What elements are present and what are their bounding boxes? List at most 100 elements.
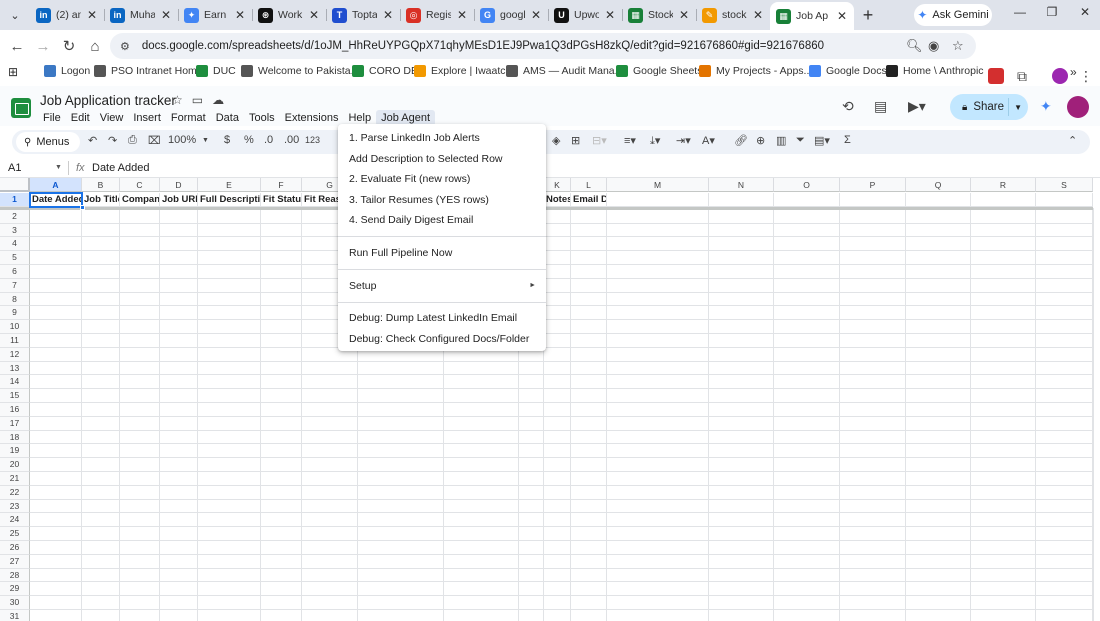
table-cell[interactable]: [1036, 361, 1093, 376]
header-cell[interactable]: Email Date: [571, 193, 607, 207]
table-cell[interactable]: [160, 554, 198, 569]
table-cell[interactable]: [160, 513, 198, 528]
column-header[interactable]: R: [971, 178, 1036, 192]
table-cell[interactable]: [120, 278, 160, 293]
table-cell[interactable]: [607, 444, 709, 459]
move-folder-icon[interactable]: ▭: [192, 93, 203, 107]
new-tab-button[interactable]: +: [854, 5, 882, 26]
decrease-decimal-button[interactable]: .0: [264, 134, 273, 146]
table-cell[interactable]: [709, 458, 774, 472]
table-cell[interactable]: [1036, 416, 1093, 431]
table-cell[interactable]: [971, 306, 1036, 321]
table-cell[interactable]: [261, 554, 302, 569]
table-cell[interactable]: [160, 568, 198, 583]
table-cell[interactable]: [519, 472, 544, 486]
table-cell[interactable]: [571, 292, 607, 307]
table-cell[interactable]: [160, 347, 198, 362]
table-cell[interactable]: [840, 485, 906, 500]
table-cell[interactable]: [444, 596, 519, 610]
table-cell[interactable]: [261, 513, 302, 528]
row-header[interactable]: 9: [0, 306, 30, 321]
address-bar[interactable]: ⚙ docs.google.com/spreadsheets/d/1oJM_Hh…: [110, 33, 976, 59]
table-cell[interactable]: [709, 541, 774, 555]
table-cell[interactable]: [160, 251, 198, 265]
table-cell[interactable]: [971, 403, 1036, 417]
table-cell[interactable]: [1036, 389, 1093, 403]
table-cell[interactable]: [971, 499, 1036, 514]
table-cell[interactable]: [519, 499, 544, 514]
bookmark-item[interactable]: Google Docs: [809, 65, 887, 77]
table-cell[interactable]: [358, 554, 444, 569]
table-cell[interactable]: [444, 389, 519, 403]
table-cell[interactable]: [544, 320, 571, 334]
table-cell[interactable]: [544, 375, 571, 390]
table-cell[interactable]: [261, 265, 302, 279]
table-cell[interactable]: [774, 430, 840, 445]
table-cell[interactable]: [30, 458, 82, 472]
table-cell[interactable]: [444, 499, 519, 514]
tab-search-icon[interactable]: ⌄: [0, 0, 30, 30]
minimize-icon[interactable]: —: [1010, 5, 1030, 19]
table-cell[interactable]: [544, 389, 571, 403]
table-cell[interactable]: [709, 389, 774, 403]
table-cell[interactable]: [160, 292, 198, 307]
table-cell[interactable]: [358, 403, 444, 417]
table-cell[interactable]: [709, 416, 774, 431]
table-cell[interactable]: [160, 541, 198, 555]
table-cell[interactable]: [774, 375, 840, 390]
menu-format[interactable]: Format: [166, 110, 211, 126]
table-cell[interactable]: [571, 430, 607, 445]
table-cell[interactable]: [571, 223, 607, 238]
table-cell[interactable]: [607, 430, 709, 445]
table-cell[interactable]: [519, 458, 544, 472]
table-cell[interactable]: [120, 223, 160, 238]
table-cell[interactable]: [774, 541, 840, 555]
table-cell[interactable]: [1036, 278, 1093, 293]
table-cell[interactable]: [1036, 458, 1093, 472]
column-header[interactable]: A: [30, 178, 82, 192]
table-cell[interactable]: [571, 251, 607, 265]
table-cell[interactable]: [261, 223, 302, 238]
table-cell[interactable]: [82, 541, 120, 555]
table-cell[interactable]: [709, 568, 774, 583]
table-cell[interactable]: [30, 265, 82, 279]
table-cell[interactable]: [840, 527, 906, 541]
table-cell[interactable]: [358, 472, 444, 486]
table-cell[interactable]: [1036, 292, 1093, 307]
table-cell[interactable]: [544, 582, 571, 597]
table-cell[interactable]: [160, 237, 198, 252]
table-cell[interactable]: [774, 472, 840, 486]
row-header[interactable]: 7: [0, 278, 30, 293]
table-cell[interactable]: [971, 541, 1036, 555]
table-cell[interactable]: [198, 265, 261, 279]
table-cell[interactable]: [1036, 223, 1093, 238]
table-cell[interactable]: [607, 472, 709, 486]
table-cell[interactable]: [571, 403, 607, 417]
menu-item[interactable]: 1. Parse LinkedIn Job Alerts: [338, 128, 546, 149]
table-cell[interactable]: [607, 334, 709, 348]
table-cell[interactable]: [261, 237, 302, 252]
table-cell[interactable]: [840, 610, 906, 621]
table-cell[interactable]: [906, 568, 971, 583]
table-cell[interactable]: [160, 278, 198, 293]
table-cell[interactable]: [82, 361, 120, 376]
table-cell[interactable]: [607, 347, 709, 362]
table-cell[interactable]: [261, 596, 302, 610]
header-cell[interactable]: [774, 193, 840, 207]
row-header[interactable]: 31: [0, 610, 30, 621]
table-cell[interactable]: [30, 334, 82, 348]
table-cell[interactable]: [544, 527, 571, 541]
close-tab-icon[interactable]: ✕: [456, 8, 468, 22]
table-cell[interactable]: [840, 416, 906, 431]
table-cell[interactable]: [198, 596, 261, 610]
eye-icon[interactable]: ◉: [928, 38, 939, 54]
table-cell[interactable]: [709, 375, 774, 390]
table-cell[interactable]: [519, 361, 544, 376]
table-cell[interactable]: [774, 389, 840, 403]
table-cell[interactable]: [971, 430, 1036, 445]
table-cell[interactable]: [358, 596, 444, 610]
table-cell[interactable]: [840, 251, 906, 265]
table-cell[interactable]: [544, 610, 571, 621]
table-cell[interactable]: [1036, 485, 1093, 500]
back-icon[interactable]: ←: [4, 38, 30, 55]
